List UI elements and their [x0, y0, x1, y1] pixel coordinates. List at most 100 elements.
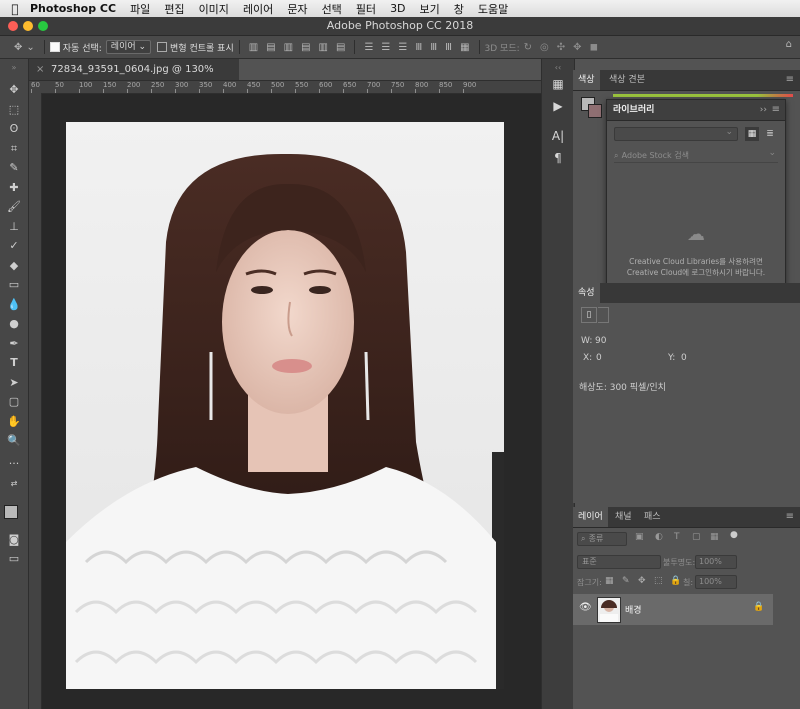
layer-name[interactable]: 배경: [625, 603, 642, 616]
menu-3d[interactable]: 3D: [390, 2, 405, 15]
menu-help[interactable]: 도움말: [478, 1, 508, 17]
tab-swatches[interactable]: 색상 견본: [604, 70, 650, 90]
pen-tool-icon[interactable]: ✒: [4, 336, 24, 352]
filter-adjustment-icon[interactable]: ◐: [655, 532, 663, 542]
close-tab-icon[interactable]: ×: [36, 59, 44, 80]
type-tool-icon[interactable]: T: [4, 355, 24, 371]
character-panel-icon[interactable]: A|: [542, 129, 574, 143]
lock-image-icon[interactable]: ✎: [622, 576, 630, 586]
menu-file[interactable]: 파일: [130, 1, 150, 17]
3d-drag-icon[interactable]: ✣: [557, 42, 565, 53]
grid-view-icon[interactable]: ▦: [745, 127, 759, 141]
chevron-down-icon[interactable]: ⌄: [26, 42, 34, 53]
list-view-icon[interactable]: ≣: [763, 127, 777, 141]
3d-slide-icon[interactable]: ✥: [573, 42, 581, 53]
tab-paths[interactable]: 패스: [639, 507, 666, 527]
align-hcenter-icon[interactable]: ▥: [319, 42, 328, 53]
hand-tool-icon[interactable]: ✋: [4, 414, 24, 430]
paragraph-panel-icon[interactable]: ¶: [542, 151, 574, 165]
filter-pixel-icon[interactable]: ▣: [635, 532, 644, 542]
horizontal-ruler[interactable]: 60 50 100 150 200 250 300 350 400 450 500 550 600 650…: [29, 81, 541, 94]
distribute-top-icon[interactable]: ☰: [364, 42, 373, 53]
distribute-bottom-icon[interactable]: ☰: [398, 42, 407, 53]
close-window-button[interactable]: [8, 21, 18, 31]
blur-tool-icon[interactable]: 💧: [4, 297, 24, 313]
app-menu[interactable]: Photoshop CC: [30, 2, 116, 15]
filter-shape-icon[interactable]: ▢: [692, 532, 701, 542]
auto-align-icon[interactable]: ▦: [460, 42, 469, 53]
lasso-tool-icon[interactable]: ʘ: [4, 121, 24, 137]
chevron-down-icon[interactable]: ⌄: [768, 148, 776, 158]
auto-select-target-dropdown[interactable]: 레이어 ⌄: [105, 40, 152, 54]
lock-all-icon[interactable]: 🔒: [670, 576, 681, 586]
distribute-left-icon[interactable]: Ⅲ: [415, 42, 422, 53]
collapse-panel-icon[interactable]: ››: [760, 100, 767, 120]
distribute-vcenter-icon[interactable]: ☰: [381, 42, 390, 53]
menu-select[interactable]: 선택: [322, 1, 342, 17]
eraser-tool-icon[interactable]: ◆: [4, 258, 24, 274]
align-top-icon[interactable]: ▥: [249, 42, 258, 53]
vertical-ruler[interactable]: [29, 93, 42, 709]
more-tools-icon[interactable]: ···: [4, 456, 24, 472]
eyedropper-tool-icon[interactable]: ✎: [4, 160, 24, 176]
filter-toggle-icon[interactable]: ●: [730, 530, 738, 540]
menu-view[interactable]: 보기: [420, 1, 440, 17]
fill-field[interactable]: 100%: [695, 575, 737, 589]
zoom-window-button[interactable]: [38, 21, 48, 31]
screen-mode-icon[interactable]: ▭: [4, 551, 24, 567]
dodge-tool-icon[interactable]: ●: [4, 316, 24, 332]
3d-orbit-icon[interactable]: ↻: [524, 42, 532, 53]
actions-play-icon[interactable]: ▶: [542, 99, 574, 113]
distribute-hcenter-icon[interactable]: Ⅲ: [430, 42, 437, 53]
align-vcenter-icon[interactable]: ▤: [266, 42, 275, 53]
healing-brush-tool-icon[interactable]: ✚: [4, 180, 24, 196]
align-left-icon[interactable]: ▤: [301, 42, 310, 53]
zoom-tool-icon[interactable]: 🔍: [4, 433, 24, 449]
document-image[interactable]: [66, 122, 504, 689]
align-bottom-icon[interactable]: ▥: [284, 42, 293, 53]
tab-properties[interactable]: 속성: [573, 283, 600, 303]
workspace-icon[interactable]: ⌂: [786, 39, 792, 50]
strip-collapse-icon[interactable]: ‹‹: [542, 63, 574, 72]
auto-select-checkbox[interactable]: [49, 42, 60, 52]
libraries-menu-icon[interactable]: ≡: [772, 100, 780, 120]
distribute-right-icon[interactable]: Ⅲ: [445, 42, 452, 53]
menu-image[interactable]: 이미지: [199, 1, 229, 17]
align-right-icon[interactable]: ▤: [336, 42, 345, 53]
toolbox-collapse-icon[interactable]: »: [4, 60, 24, 76]
menu-window[interactable]: 창: [454, 1, 464, 17]
layer-filter-dropdown[interactable]: ⌕ 종류: [577, 532, 627, 546]
marquee-tool-icon[interactable]: ⬚: [4, 102, 24, 118]
clone-stamp-tool-icon[interactable]: ⊥: [4, 219, 24, 235]
history-brush-tool-icon[interactable]: ✓: [4, 238, 24, 254]
lock-position-icon[interactable]: ✥: [638, 576, 646, 586]
move-tool-icon[interactable]: ✥: [14, 42, 22, 53]
eye-visibility-icon[interactable]: 👁: [579, 602, 592, 613]
panel-menu-icon[interactable]: ≡: [786, 507, 794, 527]
panel-menu-icon[interactable]: ≡: [786, 70, 794, 90]
history-icon[interactable]: ▦: [542, 77, 574, 91]
w-value[interactable]: 90: [595, 336, 606, 346]
x-value[interactable]: 0: [596, 353, 602, 363]
library-select-dropdown[interactable]: ⌄: [614, 127, 738, 141]
gradient-tool-icon[interactable]: ▭: [4, 277, 24, 293]
tab-color[interactable]: 색상: [573, 70, 600, 90]
menu-layer[interactable]: 레이어: [243, 1, 273, 17]
color-panel-bg-swatch[interactable]: [588, 104, 602, 118]
document-tab[interactable]: × 72834_93591_0604.jpg @ 130% (RGB/8) *: [29, 59, 239, 96]
3d-scale-icon[interactable]: ◼: [590, 42, 598, 53]
rectangle-tool-icon[interactable]: ▢: [4, 394, 24, 410]
tab-channels[interactable]: 채널: [610, 507, 637, 527]
lock-artboard-icon[interactable]: ⬚: [654, 576, 663, 586]
filter-type-icon[interactable]: T: [674, 532, 680, 542]
menu-type[interactable]: 문자: [287, 1, 307, 17]
stock-search-field[interactable]: ⌕ Adobe Stock 검색 ⌄: [614, 148, 778, 163]
filter-smart-object-icon[interactable]: ▦: [710, 532, 719, 542]
tab-layers[interactable]: 레이어: [573, 507, 608, 527]
menu-filter[interactable]: 필터: [356, 1, 376, 17]
color-ramp-bar[interactable]: [613, 94, 793, 97]
opacity-field[interactable]: 100%: [695, 555, 737, 569]
blend-mode-dropdown[interactable]: 표준: [577, 555, 661, 569]
brush-tool-icon[interactable]: 🖌: [4, 199, 24, 215]
layer-row[interactable]: 👁 배경 🔒: [573, 594, 773, 625]
